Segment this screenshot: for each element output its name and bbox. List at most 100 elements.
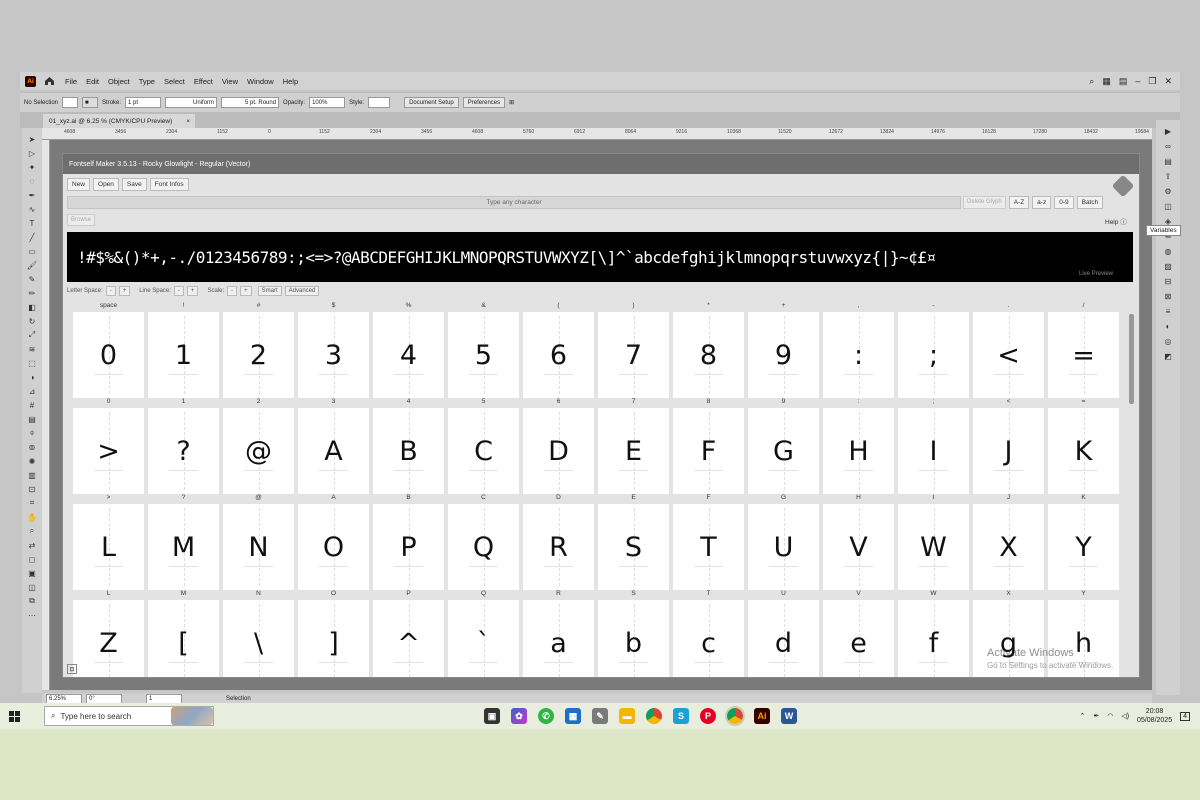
- paint-icon[interactable]: ✎: [592, 708, 608, 724]
- transform-icon[interactable]: ⊠: [1163, 291, 1173, 301]
- search-icon[interactable]: ⌕: [1089, 76, 1094, 87]
- glyph-cell[interactable]: @: [223, 408, 294, 494]
- close-icon[interactable]: ✕: [1164, 76, 1172, 87]
- menu-type[interactable]: Type: [139, 77, 155, 86]
- scale-tool-icon[interactable]: ⤢: [27, 330, 38, 340]
- glyph-cell[interactable]: X: [973, 504, 1044, 590]
- glyph-cell[interactable]: \: [223, 600, 294, 677]
- eraser-tool-icon[interactable]: ◧: [27, 302, 38, 312]
- glyph-cell[interactable]: B: [373, 408, 444, 494]
- lasso-tool-icon[interactable]: ◌: [27, 176, 38, 186]
- digits-button[interactable]: 0-9: [1054, 196, 1074, 209]
- screen-mode-icon[interactable]: ⧉: [27, 596, 38, 606]
- glyph-cell[interactable]: 8: [673, 312, 744, 398]
- preferences-button[interactable]: Preferences: [462, 97, 506, 108]
- glyph-cell[interactable]: Q: [448, 504, 519, 590]
- appearance-icon[interactable]: ◍: [1163, 246, 1173, 256]
- panel-corner-icon[interactable]: ⊡: [67, 664, 77, 674]
- fill-stroke-swap-icon[interactable]: ⇄: [27, 540, 38, 550]
- links-icon[interactable]: ∞: [1163, 141, 1173, 151]
- warp-tool-icon[interactable]: ≋: [27, 344, 38, 354]
- lowercase-button[interactable]: a-z: [1032, 196, 1052, 209]
- letter-space-minus[interactable]: -: [105, 286, 116, 296]
- fill-swatch[interactable]: [62, 97, 79, 108]
- chevron-up-icon[interactable]: ⌃: [1079, 712, 1085, 720]
- sway-icon[interactable]: S: [673, 708, 689, 724]
- menu-help[interactable]: Help: [283, 77, 298, 86]
- graphic-style-swatch[interactable]: [368, 97, 391, 108]
- whatsapp-icon[interactable]: ✆: [538, 708, 554, 724]
- glyph-cell[interactable]: `: [448, 600, 519, 677]
- pen-workspace-icon[interactable]: ✒: [1093, 712, 1099, 720]
- glyph-cell[interactable]: 4: [373, 312, 444, 398]
- glyph-cell[interactable]: a: [523, 600, 594, 677]
- copilot-icon[interactable]: ✿: [511, 708, 527, 724]
- glyph-cell[interactable]: Y: [1048, 504, 1119, 590]
- help-link[interactable]: Help ⓘ: [1105, 216, 1127, 226]
- arrange-documents-icon[interactable]: ▦: [1102, 76, 1111, 87]
- magic-wand-tool-icon[interactable]: ✦: [27, 162, 38, 172]
- glyph-cell[interactable]: J: [973, 408, 1044, 494]
- menu-file[interactable]: File: [65, 77, 77, 86]
- glyph-cell[interactable]: ?: [148, 408, 219, 494]
- glyph-cell[interactable]: <: [973, 312, 1044, 398]
- glyph-cell[interactable]: b: [598, 600, 669, 677]
- task-view-icon[interactable]: ▣: [484, 708, 500, 724]
- notification-icon[interactable]: 4: [1180, 711, 1190, 721]
- shaper-tool-icon[interactable]: ✎: [27, 274, 38, 284]
- type-tool-icon[interactable]: T: [27, 218, 38, 228]
- glyph-cell[interactable]: Z: [73, 600, 144, 677]
- graphic-styles-icon[interactable]: ▨: [1163, 261, 1173, 271]
- glyph-cell[interactable]: G: [748, 408, 819, 494]
- scale-minus[interactable]: -: [227, 286, 238, 296]
- transparency-icon[interactable]: ◎: [1163, 336, 1173, 346]
- glyph-cell[interactable]: K: [1048, 408, 1119, 494]
- new-button[interactable]: New: [67, 178, 91, 191]
- scale-plus[interactable]: +: [240, 286, 252, 296]
- glyph-cell[interactable]: ]: [298, 600, 369, 677]
- menu-effect[interactable]: Effect: [194, 77, 213, 86]
- glyph-cell[interactable]: :: [823, 312, 894, 398]
- free-transform-tool-icon[interactable]: ⬚: [27, 358, 38, 368]
- slice-tool-icon[interactable]: ⌗: [27, 498, 38, 508]
- glyph-cell[interactable]: 6: [523, 312, 594, 398]
- batch-button[interactable]: Batch: [1076, 196, 1104, 209]
- smart-button[interactable]: Smart: [257, 286, 282, 296]
- gradient-tool-icon[interactable]: ▤: [27, 414, 38, 424]
- navigator-icon[interactable]: ◫: [1163, 201, 1173, 211]
- glyph-cell[interactable]: F: [673, 408, 744, 494]
- menu-object[interactable]: Object: [108, 77, 130, 86]
- eyedropper-tool-icon[interactable]: ⌽: [27, 428, 38, 438]
- save-button[interactable]: Save: [121, 178, 147, 191]
- blend-tool-icon[interactable]: ⊚: [27, 442, 38, 452]
- stroke-panel-icon[interactable]: ≡: [1163, 306, 1173, 316]
- glyph-cell[interactable]: d: [748, 600, 819, 677]
- delete-glyph-button[interactable]: Delete Glyph: [963, 196, 1006, 209]
- glyph-cell[interactable]: O: [298, 504, 369, 590]
- glyph-cell[interactable]: S: [598, 504, 669, 590]
- taskbar-search[interactable]: ⌕ Type here to search: [44, 706, 214, 726]
- opacity-field[interactable]: 100%: [309, 97, 346, 108]
- glyph-cell[interactable]: I: [898, 408, 969, 494]
- column-graph-tool-icon[interactable]: ▥: [27, 470, 38, 480]
- glyph-cell[interactable]: 1: [148, 312, 219, 398]
- zoom-tool-icon[interactable]: ⌕: [27, 526, 38, 536]
- document-tab[interactable]: 01_xyz.ai @ 6.25 % (CMYK/CPU Preview) ×: [43, 114, 195, 128]
- microsoft-store-icon[interactable]: ▦: [565, 708, 581, 724]
- home-icon[interactable]: [44, 75, 56, 87]
- direct-selection-tool-icon[interactable]: ▷: [27, 148, 38, 158]
- glyph-cell[interactable]: f: [898, 600, 969, 677]
- stroke-weight-field[interactable]: 1 pt: [125, 97, 162, 108]
- glyph-cell[interactable]: 5: [448, 312, 519, 398]
- glyph-cell[interactable]: >: [73, 408, 144, 494]
- line-space-minus[interactable]: -: [173, 286, 184, 296]
- document-info-icon[interactable]: ▤: [1163, 156, 1173, 166]
- pen-tool-icon[interactable]: ✒: [27, 190, 38, 200]
- minimize-icon[interactable]: –: [1135, 76, 1140, 86]
- stroke-swatch[interactable]: ■: [82, 97, 99, 108]
- perspective-grid-tool-icon[interactable]: ⊿: [27, 386, 38, 396]
- uppercase-button[interactable]: A-Z: [1008, 196, 1030, 209]
- glyph-cell[interactable]: H: [823, 408, 894, 494]
- illustrator-taskbar-icon[interactable]: Ai: [754, 708, 770, 724]
- glyph-cell[interactable]: c: [673, 600, 744, 677]
